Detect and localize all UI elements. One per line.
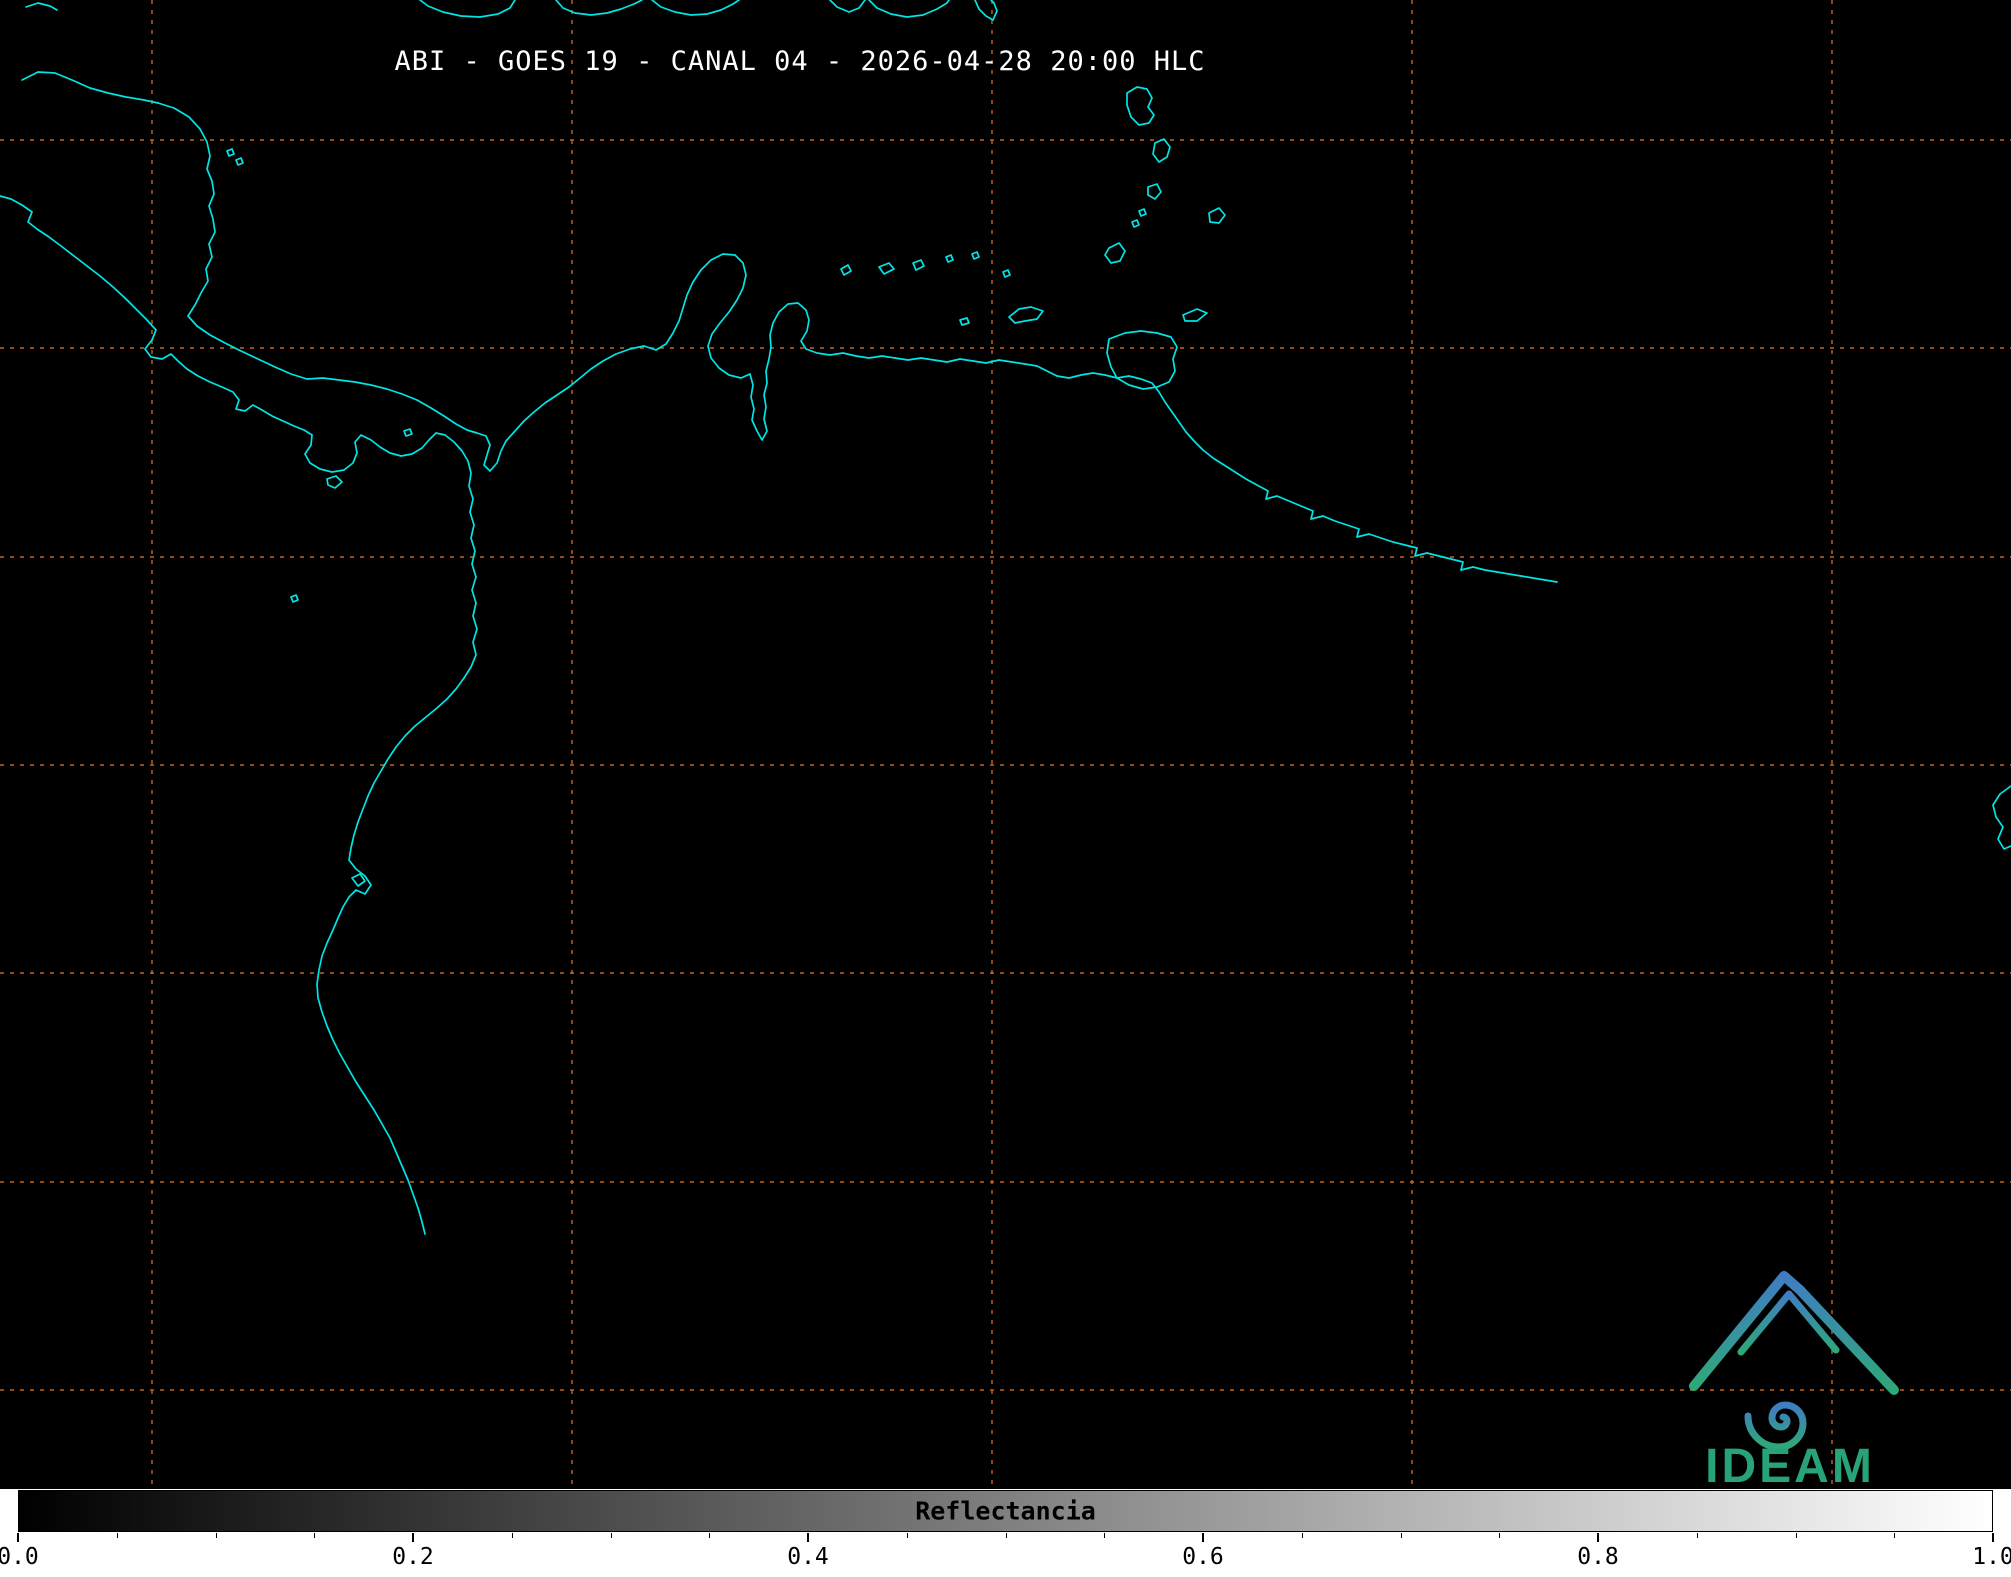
coastline-path — [1106, 330, 1178, 390]
coastline-path — [959, 317, 970, 326]
colorbar-ticks — [17, 1533, 1994, 1543]
coastline-path — [1126, 86, 1155, 126]
colorbar-minor-tick — [709, 1533, 711, 1538]
colorbar-tick-label: 0.6 — [1182, 1544, 1224, 1570]
coastline-path — [351, 873, 366, 887]
image-title: ABI - GOES 19 - CANAL 04 - 2026-04-28 20… — [394, 46, 1206, 77]
coastline-path — [419, 0, 516, 18]
colorbar-minor-tick — [1894, 1533, 1896, 1538]
colorbar-minor-tick — [1696, 1533, 1698, 1538]
coastline-path — [290, 594, 299, 603]
map-canvas: IDEAM — [0, 0, 2011, 1489]
colorbar-major-tick — [1202, 1533, 1204, 1542]
colorbar-tick-label: 0.4 — [787, 1544, 829, 1570]
coastline-layer — [0, 0, 2011, 1235]
coastline-path — [840, 264, 852, 276]
colorbar-label: Reflectancia — [915, 1496, 1096, 1526]
colorbar-minor-tick — [906, 1533, 908, 1538]
colorbar-minor-tick — [116, 1533, 118, 1538]
coastline-path — [21, 71, 159, 104]
colorbar-tick-label: 0.8 — [1577, 1544, 1619, 1570]
colorbar-tick-label: 0.2 — [392, 1544, 434, 1570]
coastline-path — [403, 428, 413, 437]
coastline-path — [1147, 183, 1162, 200]
colorbar-major-tick — [807, 1533, 809, 1542]
coastline-path — [971, 251, 980, 260]
coastline-path — [226, 148, 235, 157]
coastline-path — [829, 0, 866, 13]
colorbar-minor-tick — [1301, 1533, 1303, 1538]
colorbar-tick-labels: 0.0 0.2 0.4 0.6 0.8 1.0 — [0, 1544, 2011, 1572]
colorbar-minor-tick — [314, 1533, 316, 1538]
colorbar-minor-tick — [511, 1533, 513, 1538]
logo-text: IDEAM — [1705, 1440, 1875, 1489]
coastline-path — [945, 254, 954, 263]
logo-ridge-icon — [1737, 1290, 1840, 1356]
coastline-path — [1182, 308, 1208, 322]
logo-mountain-icon — [1689, 1271, 1899, 1395]
coastline-path — [651, 0, 740, 16]
ideam-logo: IDEAM — [1689, 1271, 1899, 1489]
coastline-path — [555, 0, 643, 16]
colorbar-minor-tick — [1104, 1533, 1106, 1538]
coastline-path — [1992, 785, 2011, 850]
coastline-path — [1152, 138, 1171, 163]
coastline-path — [25, 2, 58, 11]
coastline-path — [868, 0, 950, 18]
coastline-path — [1104, 242, 1126, 264]
colorbar-minor-tick — [215, 1533, 217, 1538]
coastline-path — [1208, 207, 1226, 224]
colorbar-tick-label: 0.0 — [0, 1544, 39, 1570]
colorbar-tick-label: 1.0 — [1972, 1544, 2011, 1570]
colorbar-minor-tick — [1400, 1533, 1402, 1538]
coastline-path — [1008, 306, 1044, 324]
coastline-path — [1131, 219, 1140, 228]
coastline-path — [0, 195, 478, 1235]
coastline-path — [1002, 269, 1011, 278]
colorbar-major-tick — [17, 1533, 19, 1542]
coastline-path — [326, 475, 343, 489]
coastline-path — [157, 102, 1558, 583]
graticule-layer — [0, 0, 2011, 1489]
coastline-path — [235, 157, 244, 166]
coastline-path — [878, 262, 895, 275]
coastline-path — [1138, 208, 1147, 217]
coastline-path — [912, 259, 925, 271]
colorbar-minor-tick — [1005, 1533, 1007, 1538]
coastline-path — [974, 0, 998, 21]
colorbar-major-tick — [1992, 1533, 1994, 1542]
colorbar-major-tick — [1597, 1533, 1599, 1542]
colorbar-gradient-bar: Reflectancia — [18, 1490, 1993, 1532]
colorbar: Reflectancia 0.0 0.2 0.4 0.6 0.8 1.0 — [0, 1489, 2011, 1577]
colorbar-minor-tick — [610, 1533, 612, 1538]
colorbar-minor-tick — [1795, 1533, 1797, 1538]
colorbar-minor-tick — [1499, 1533, 1501, 1538]
colorbar-major-tick — [412, 1533, 414, 1542]
